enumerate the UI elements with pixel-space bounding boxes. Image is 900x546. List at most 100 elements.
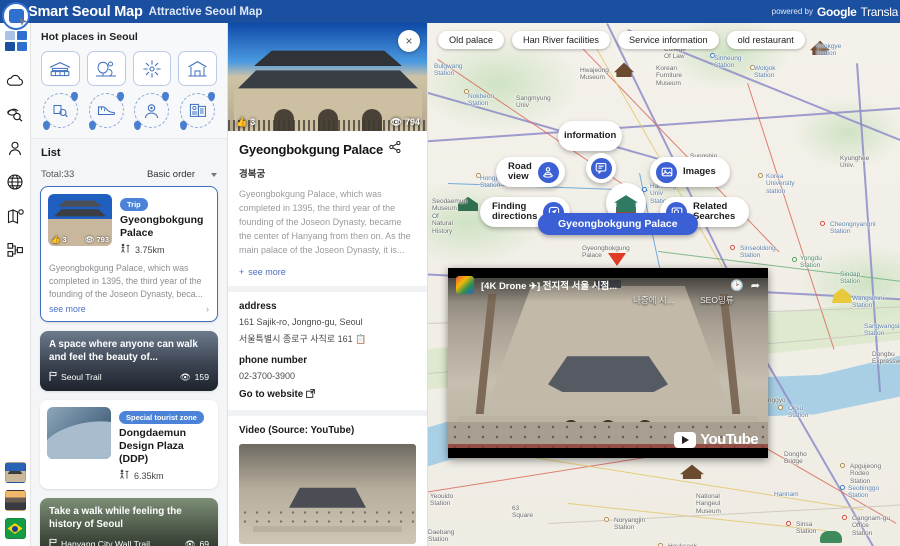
card-see-more-link[interactable]: see more: [49, 304, 86, 314]
thumb-brazil-flag[interactable]: [4, 518, 26, 539]
map-label: Wolgok Station: [754, 65, 776, 80]
website-link[interactable]: Go to website: [239, 388, 416, 401]
chip-han-river-facilities[interactable]: Han River facilities: [511, 31, 611, 49]
map-station-dot: [840, 463, 845, 468]
translate-translate-label: Transla: [860, 4, 899, 19]
card-subtitle: Hanyang City Wall Trail: [61, 539, 150, 546]
thumb-palace[interactable]: [4, 462, 26, 483]
external-link-icon: [306, 388, 316, 401]
view-count: 69: [199, 539, 209, 546]
palace-icon[interactable]: [41, 51, 80, 86]
detail-address-section: address 161 Sajik-ro, Jongno-gu, Seoul 서…: [228, 292, 427, 416]
finding-directions-bubble-label: Finding directions: [492, 200, 538, 222]
map-label: Hannam: [774, 491, 799, 498]
view-count-group: 👁 111: [85, 448, 108, 457]
plus-icon: +: [239, 266, 245, 277]
map-label: Korean Furniture Museum: [656, 65, 683, 87]
view-count-group: 👁 159: [180, 372, 209, 383]
address-korean-row: 서울특별시 종로구 사직로 161 📋: [239, 332, 416, 345]
globe-icon[interactable]: [0, 165, 31, 199]
app-logo-icon[interactable]: [2, 2, 30, 30]
map-label: Hwajeong Museum: [580, 67, 609, 82]
share-icon[interactable]: [389, 140, 401, 158]
user-icon[interactable]: [0, 131, 31, 165]
clock-icon[interactable]: 🕑: [730, 279, 744, 292]
information-bubble[interactable]: information: [558, 121, 623, 151]
copy-icon[interactable]: 📋: [355, 334, 366, 344]
phone-label: phone number: [239, 354, 308, 366]
walk-distance-icon: [120, 243, 131, 256]
map-label: Oksu Station: [788, 405, 809, 420]
map-label: Dongho Bridge: [784, 451, 807, 466]
google-translate-widget[interactable]: powered by Google Transla: [772, 0, 900, 23]
park-tree-icon[interactable]: [86, 51, 126, 86]
list-panel: Hot places in Seoul List Total:33 Basic …: [31, 23, 228, 546]
search-route-icon[interactable]: [0, 97, 31, 131]
card-title: Dongdaemun Design Plaza (DDP): [119, 427, 187, 465]
selected-place-pill[interactable]: Gyeongbokgung Palace: [538, 213, 698, 235]
map-poi-park-icon[interactable]: [820, 531, 842, 543]
map-label: Noryangjin Station: [614, 517, 646, 532]
detail-panel: × 👍 3 👁 794 Gyeongbokgung Palace 경복궁 Gye…: [228, 23, 428, 546]
list-item[interactable]: Take a walk while feeling the history of…: [40, 498, 218, 546]
road-view-bubble[interactable]: Road view: [496, 157, 565, 187]
video-overlay-right-text: SEO밍류: [700, 295, 734, 305]
search-place-icon[interactable]: [42, 92, 78, 130]
location-person-icon[interactable]: [134, 92, 170, 130]
info-card-icon-button[interactable]: [586, 153, 616, 183]
youtube-logo[interactable]: YouTube: [674, 431, 759, 448]
images-bubble[interactable]: Images: [650, 157, 730, 187]
festival-icon[interactable]: [132, 51, 172, 86]
logo-grid-icon: [5, 31, 27, 51]
sort-order-dropdown[interactable]: Basic order: [147, 169, 217, 180]
thumbs-up-icon: 👍: [50, 448, 60, 458]
detail-overview-section: Gyeongbokgung Palace 경복궁 Gyeongbokgung P…: [228, 131, 427, 292]
close-icon[interactable]: ×: [398, 30, 420, 52]
roadview-person-icon: [537, 161, 559, 183]
info-card-icon: [590, 157, 612, 179]
youtube-player-overlay[interactable]: [4K Drone ✈] 전지적 서울 시점... 🕑 ➦ 나중에 시... S…: [448, 268, 768, 458]
view-count: 793: [96, 235, 109, 244]
map-label: Gangnam-gu Office Station: [852, 515, 890, 537]
chip-service-information[interactable]: Service information: [618, 31, 719, 49]
thumb-city[interactable]: [4, 490, 26, 511]
cloud-icon[interactable]: [0, 63, 31, 97]
card-info: Special tourist zone Dongdaemun Design P…: [119, 407, 211, 482]
detail-title: Gyeongbokgung Palace: [239, 141, 384, 157]
website-label: Go to website: [239, 389, 304, 401]
hanok-icon[interactable]: [178, 51, 217, 86]
channel-avatar[interactable]: [456, 276, 474, 294]
detail-see-more-button[interactable]: + see more: [239, 267, 416, 277]
chip-old-restaurant[interactable]: old restaurant: [726, 31, 805, 49]
video-thumbnail[interactable]: [239, 443, 416, 544]
list-item[interactable]: 👍 3 👁 793 Trip Gyeongbokgung Palace 3.75…: [40, 186, 218, 323]
map-canvas[interactable]: Bulgwang Station Nokbeon Station Sangmyung…: [428, 23, 900, 546]
like-count-group: 👍 3: [236, 117, 255, 128]
list-item[interactable]: A space where anyone can walk and feel t…: [40, 331, 218, 392]
image-icon: [656, 161, 677, 183]
view-count: 794: [404, 117, 420, 127]
chip-old-palace[interactable]: Old palace: [438, 31, 504, 49]
card-title: A space where anyone can walk and feel t…: [49, 339, 198, 364]
list-item[interactable]: 👍 1 👁 111 Special tourist zone Dongdaemu…: [40, 400, 218, 490]
network-icon[interactable]: [0, 233, 31, 267]
news-card-icon[interactable]: [180, 92, 216, 130]
page-title: Smart Seoul Map: [28, 3, 143, 20]
eye-icon: 👁: [390, 116, 402, 127]
thumbs-up-icon: 👍: [236, 116, 248, 127]
share-icon[interactable]: ➦: [751, 279, 760, 292]
hot-places-title: Hot places in Seoul: [41, 31, 138, 43]
walk-shoe-icon[interactable]: [88, 92, 124, 130]
flag-icon: [49, 538, 57, 546]
map-label: Dongbu Expressway: [872, 351, 900, 366]
images-bubble-label: Images: [683, 165, 716, 177]
eye-icon: 👁: [84, 448, 95, 458]
like-count: 3: [250, 117, 256, 127]
video-title[interactable]: [4K Drone ✈] 전지적 서울 시점...: [481, 278, 723, 292]
sort-order-label: Basic order: [146, 169, 195, 180]
map-pin-icon[interactable]: [0, 199, 31, 233]
card-see-more-row[interactable]: see more ›: [41, 300, 217, 321]
smart-seoul-map-app: Smart Seoul Map Attractive Seoul Map pow…: [0, 0, 900, 546]
list-heading: List: [41, 147, 61, 159]
video-label: Video (Source: YouTube): [239, 424, 355, 436]
